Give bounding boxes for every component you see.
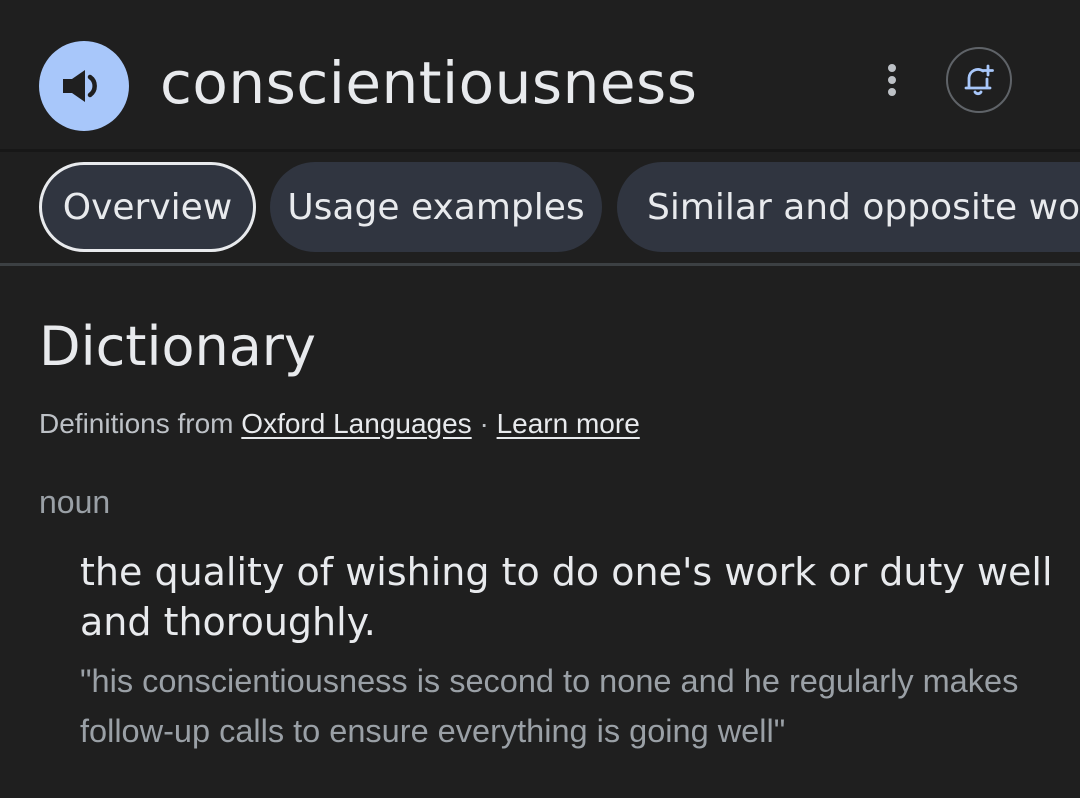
section-title: Dictionary [39,315,316,378]
more-vert-icon [888,64,896,96]
part-of-speech: noun [39,484,111,520]
result-tabs: Overview Usage examples Similar and oppo… [0,152,1080,266]
example-sentence: "his conscientiousness is second to none… [80,663,1019,749]
tab-overview[interactable]: Overview [39,162,256,252]
pronounce-button[interactable] [39,41,129,131]
word-header: conscientiousness [0,0,1080,152]
oxford-languages-link[interactable]: Oxford Languages [241,408,471,439]
source-prefix: Definitions from [39,408,234,439]
add-alert-button[interactable] [946,47,1012,113]
source-attribution: Definitions from Oxford Languages · Lear… [39,404,640,444]
headword: conscientiousness [160,49,698,117]
dictionary-page: conscientiousness Overview Usage example… [0,0,1080,798]
learn-more-link[interactable]: Learn more [497,408,640,439]
tab-usage-examples[interactable]: Usage examples [270,162,602,252]
more-options-button[interactable] [872,58,912,102]
separator: · [479,408,489,439]
tab-similar-opposite-words[interactable]: Similar and opposite words [617,162,1080,252]
add-alert-icon [964,64,994,96]
speaker-icon [63,70,97,102]
definition-text: the quality of wishing to do one's work … [80,550,1053,644]
